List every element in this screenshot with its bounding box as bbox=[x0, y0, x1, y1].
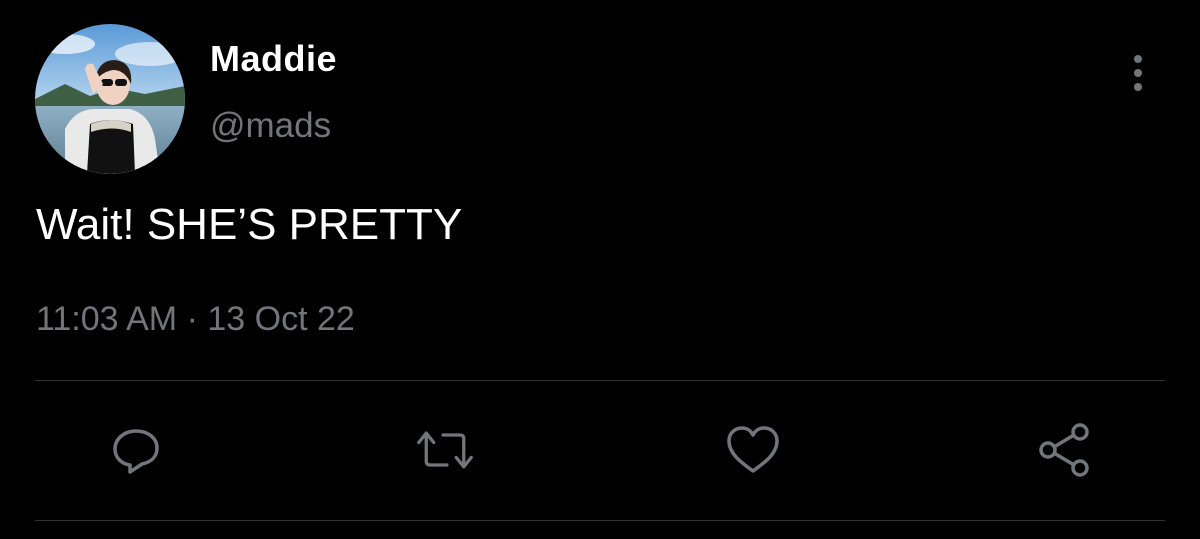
reply-button[interactable] bbox=[106, 420, 166, 480]
display-name[interactable]: Maddie bbox=[210, 38, 337, 80]
avatar-image bbox=[35, 24, 185, 174]
tweet-text: Wait! SHE’S PRETTY bbox=[36, 200, 463, 249]
tweet-timestamp[interactable]: 11:03 AM · 13 Oct 22 bbox=[36, 300, 355, 339]
like-button[interactable] bbox=[723, 420, 783, 480]
tweet-date: 13 Oct 22 bbox=[207, 300, 355, 338]
divider bbox=[35, 380, 1165, 381]
divider-bottom bbox=[35, 520, 1165, 521]
more-options-button[interactable] bbox=[1118, 48, 1158, 98]
tweet-card: Maddie @mads Wait! SHE’S PRETTY 11:03 AM… bbox=[0, 0, 1200, 539]
retweet-button[interactable] bbox=[415, 420, 475, 480]
reply-icon bbox=[113, 429, 159, 474]
meta-separator: · bbox=[186, 300, 198, 338]
more-vertical-icon bbox=[1134, 55, 1142, 91]
share-icon bbox=[1039, 423, 1089, 477]
share-button[interactable] bbox=[1034, 420, 1094, 480]
retweet-icon bbox=[417, 431, 473, 469]
like-icon bbox=[727, 426, 779, 473]
avatar[interactable] bbox=[35, 24, 185, 174]
user-handle[interactable]: @mads bbox=[210, 106, 331, 146]
tweet-time: 11:03 AM bbox=[36, 300, 178, 338]
